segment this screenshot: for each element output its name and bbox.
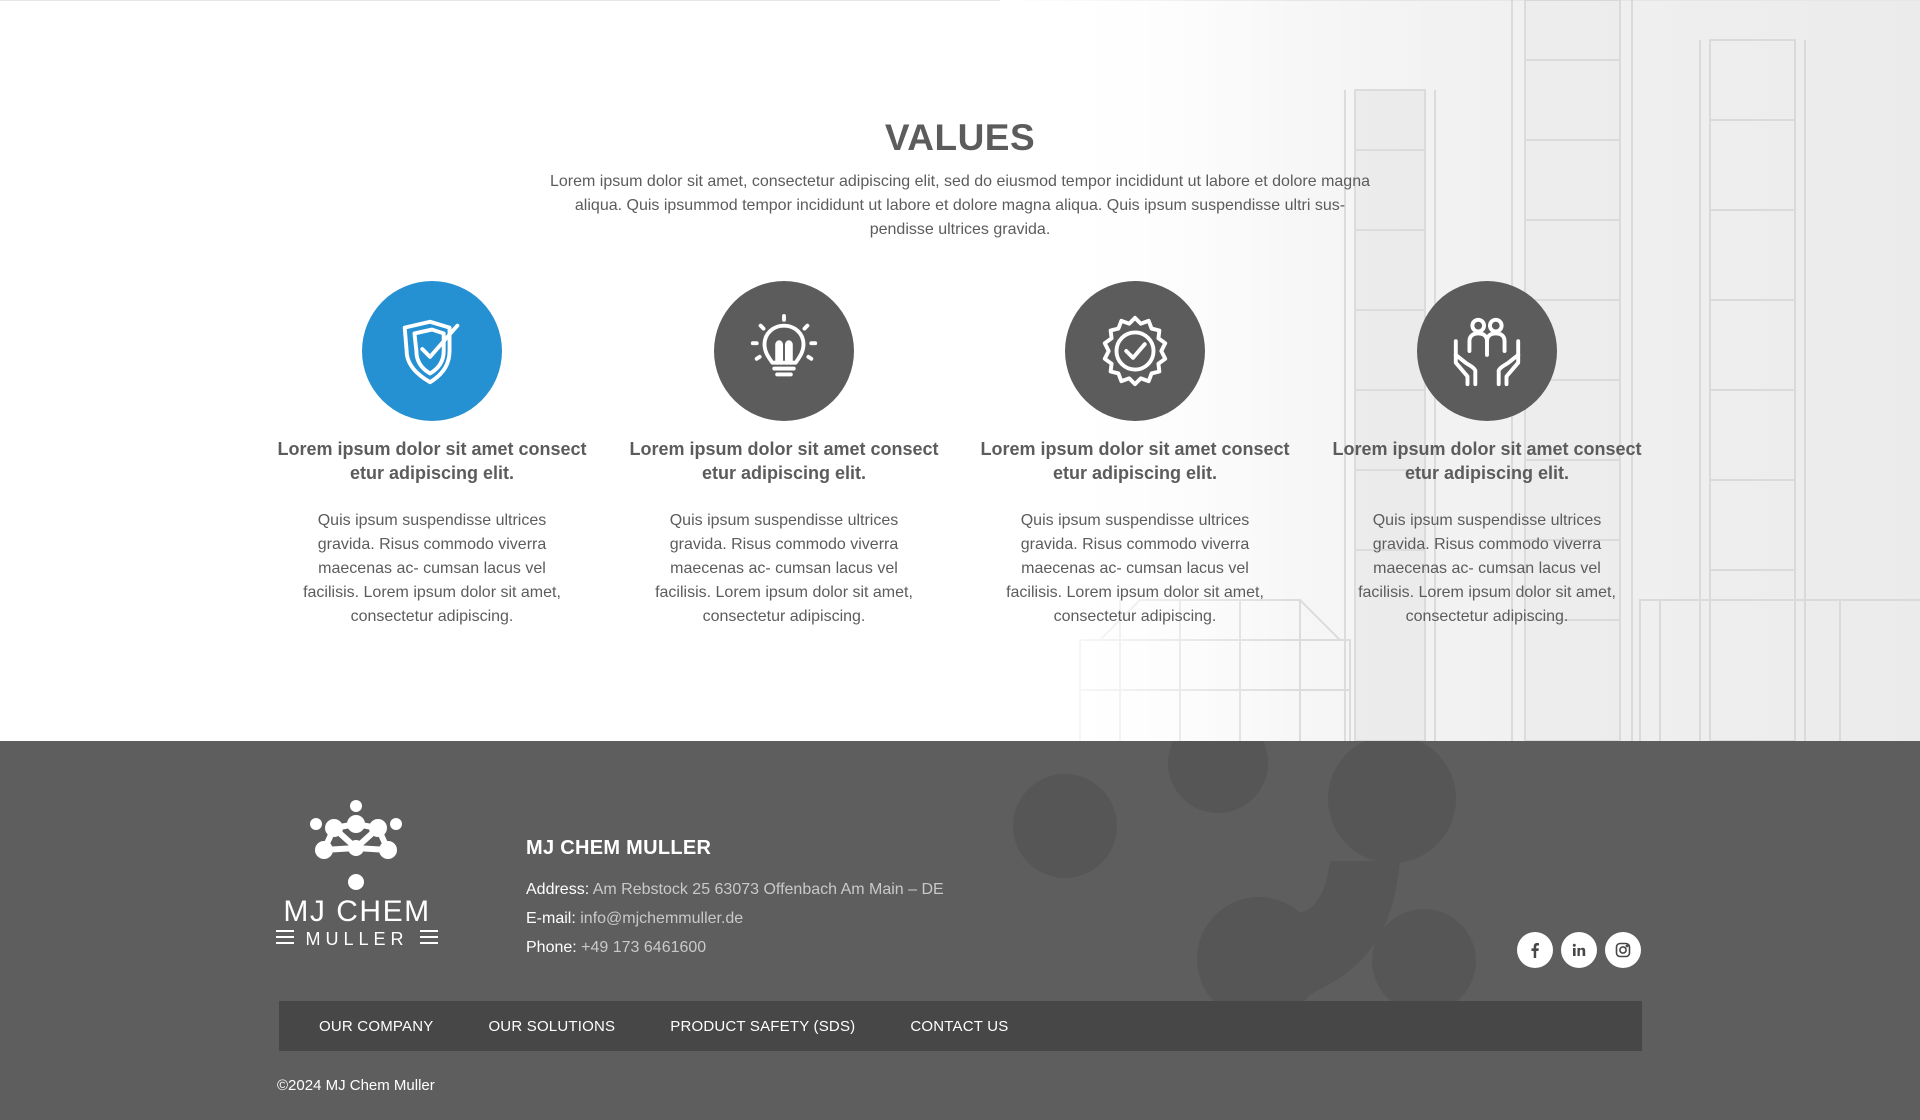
phone-label: Phone: — [526, 939, 577, 956]
email-label: E-mail: — [526, 910, 576, 927]
badge-check-icon — [1102, 315, 1168, 387]
value-icon-circle — [1065, 281, 1205, 421]
linkedin-icon — [1572, 943, 1586, 956]
email-link[interactable]: info@mjchemmuller.de — [580, 910, 743, 927]
nav-our-solutions[interactable]: OUR SOLUTIONS — [488, 1018, 615, 1035]
nav-product-safety[interactable]: PRODUCT SAFETY (SDS) — [670, 1018, 855, 1035]
instagram-button[interactable] — [1605, 932, 1641, 968]
logo-line-2: MULLER — [305, 929, 408, 948]
value-card: Lorem ipsum dolor sit amet consect etur … — [975, 281, 1295, 629]
value-card-text: Quis ipsum suspendisse ultrices gravida.… — [1358, 512, 1616, 625]
email-row: E-mail: info@mjchemmuller.de — [526, 904, 1126, 933]
facebook-button[interactable] — [1517, 932, 1553, 968]
phone-row: Phone: +49 173 6461600 — [526, 933, 1126, 962]
value-icon-circle — [362, 281, 502, 421]
company-info: MJ CHEM MULLER Address: Am Rebstock 25 6… — [526, 837, 1126, 962]
facebook-icon — [1531, 943, 1539, 958]
value-card: Lorem ipsum dolor sit amet consect etur … — [624, 281, 944, 629]
values-section: VALUES Lorem ipsum dolor sit amet, conse… — [0, 0, 1920, 741]
value-card-title: Lorem ipsum dolor sit amet consect etur … — [629, 439, 939, 483]
people-hands-icon — [1453, 317, 1521, 387]
instagram-icon — [1615, 942, 1631, 958]
address-value: Am Rebstock 25 63073 Offenbach Am Main –… — [592, 881, 944, 898]
phone-link[interactable]: +49 173 6461600 — [581, 939, 706, 956]
value-card-title: Lorem ipsum dolor sit amet consect etur … — [277, 439, 587, 483]
lightbulb-icon — [750, 313, 818, 377]
value-card-title: Lorem ipsum dolor sit amet consect etur … — [980, 439, 1290, 483]
address-label: Address: — [526, 881, 590, 898]
linkedin-button[interactable] — [1561, 932, 1597, 968]
social-links — [1517, 932, 1641, 968]
nav-contact-us[interactable]: CONTACT US — [910, 1018, 1008, 1035]
copyright: ©2024 MJ Chem Muller — [277, 1077, 435, 1094]
footer-nav: OUR COMPANY OUR SOLUTIONS PRODUCT SAFETY… — [279, 1001, 1642, 1051]
logo-line-1: MJ CHEM — [283, 895, 430, 928]
footer: MJ CHEM MULLER MJ CHEM MULLER Address: A… — [0, 741, 1920, 1120]
value-card: Lorem ipsum dolor sit amet consect etur … — [272, 281, 592, 629]
value-card-text: Quis ipsum suspendisse ultrices gravida.… — [655, 512, 913, 625]
value-card-title: Lorem ipsum dolor sit amet consect etur … — [1332, 439, 1642, 483]
address-row: Address: Am Rebstock 25 63073 Offenbach … — [526, 875, 1126, 904]
value-card-text: Quis ipsum suspendisse ultrices gravida.… — [1006, 512, 1264, 625]
value-icon-circle — [714, 281, 854, 421]
values-cards: Lorem ipsum dolor sit amet consect etur … — [272, 281, 1648, 625]
value-icon-circle — [1417, 281, 1557, 421]
values-intro: Lorem ipsum dolor sit amet, consectetur … — [550, 173, 1370, 238]
nav-our-company[interactable]: OUR COMPANY — [319, 1018, 433, 1035]
company-name: MJ CHEM MULLER — [526, 837, 712, 859]
values-title: VALUES — [884, 117, 1036, 158]
value-card: Lorem ipsum dolor sit amet consect etur … — [1327, 281, 1647, 629]
mj-chem-muller-logo: MJ CHEM MULLER — [276, 800, 438, 948]
value-card-text: Quis ipsum suspendisse ultrices gravida.… — [303, 512, 561, 625]
shield-check-icon — [402, 319, 460, 385]
